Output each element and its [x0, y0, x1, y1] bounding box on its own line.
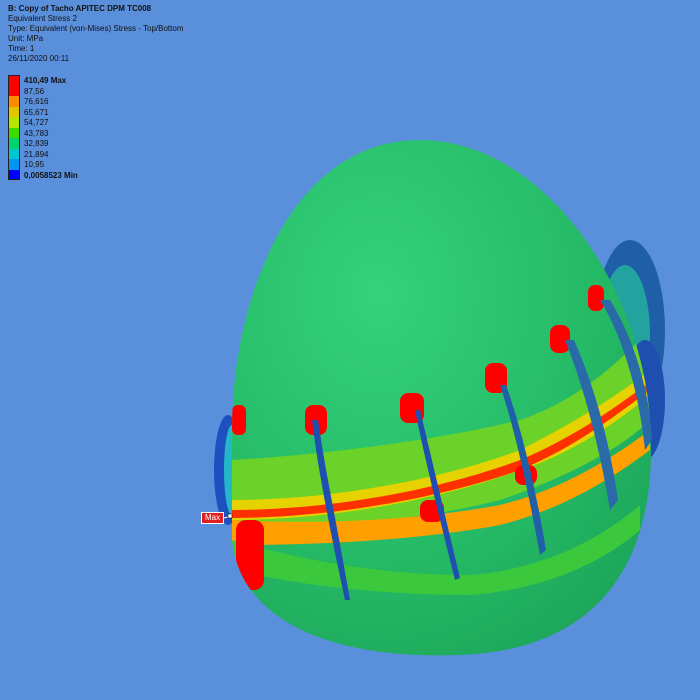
- model-viewport[interactable]: [0, 0, 700, 700]
- max-probe-label[interactable]: Max: [201, 512, 225, 524]
